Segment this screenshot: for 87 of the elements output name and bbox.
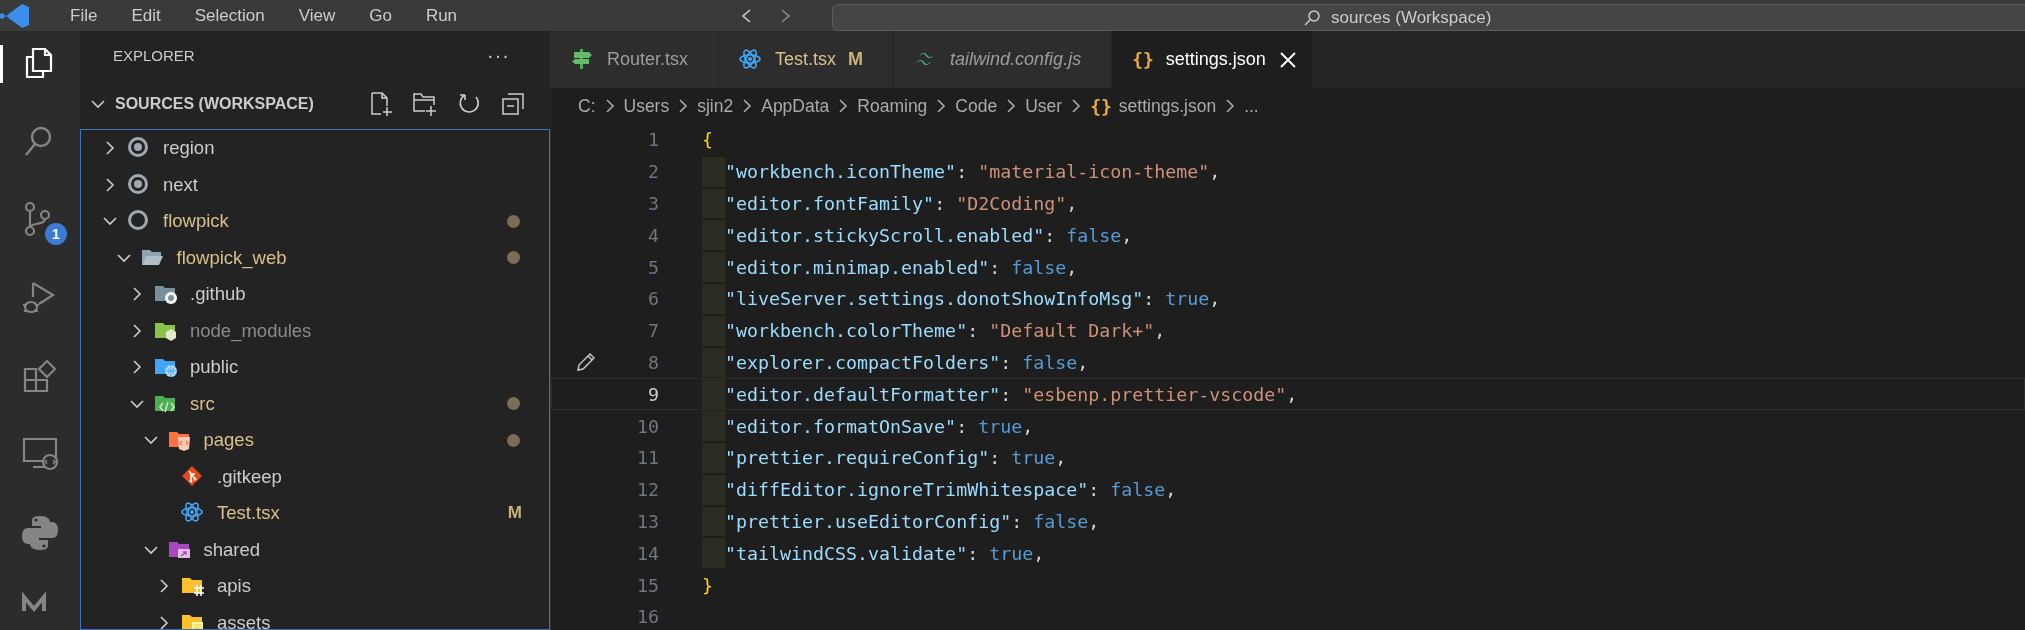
- code-line: "tailwindCSS.validate": true,: [725, 542, 1045, 564]
- breadcrumb-item[interactable]: settings.json: [1118, 95, 1217, 117]
- folder-name[interactable]: flowpick: [163, 210, 507, 233]
- code-line: {: [702, 129, 713, 151]
- folder-name[interactable]: node_modules: [190, 319, 522, 342]
- line-number: 16: [636, 606, 659, 628]
- new-folder-icon[interactable]: [412, 91, 438, 117]
- search-icon: [1303, 8, 1321, 27]
- line-number: 7: [647, 320, 659, 342]
- breadcrumb-item[interactable]: ...: [1244, 95, 1259, 117]
- editor-tab[interactable]: {} settings.json: [1112, 31, 1313, 88]
- signpost-icon: [571, 47, 595, 72]
- code-line: "editor.stickyScroll.enabled": false,: [725, 224, 1133, 246]
- folder-name[interactable]: src: [190, 392, 507, 415]
- menu-item[interactable]: Run: [425, 5, 458, 26]
- line-number: 5: [647, 256, 659, 278]
- code-line: "workbench.colorTheme": "Default Dark+",: [725, 320, 1166, 342]
- close-icon[interactable]: [1277, 49, 1298, 70]
- app-logo-icon: [0, 2, 30, 29]
- line-number: 1: [647, 129, 659, 151]
- folder-name[interactable]: shared: [203, 538, 522, 561]
- code-line: "editor.formatOnSave": true,: [725, 415, 1034, 437]
- more-actions-button[interactable]: ···: [487, 43, 510, 67]
- code-line: "editor.minimap.enabled": false,: [725, 256, 1078, 278]
- folder-name[interactable]: pages: [203, 429, 507, 452]
- line-number: 8: [647, 351, 659, 373]
- code-line: }: [702, 574, 713, 596]
- code-line: "editor.defaultFormatter": "esbenp.prettier-vscode",: [725, 383, 1298, 405]
- file-name[interactable]: .gitkeep: [217, 465, 522, 488]
- panel-title: EXPLORER: [113, 46, 195, 64]
- collapse-all-icon[interactable]: [500, 91, 526, 117]
- breadcrumb-item[interactable]: Users: [623, 95, 670, 117]
- menu-item[interactable]: Edit: [131, 5, 161, 26]
- line-number: 3: [647, 193, 659, 214]
- line-number: 12: [636, 479, 659, 501]
- git-icon: [181, 464, 205, 489]
- line-number: 6: [647, 288, 659, 310]
- python-icon[interactable]: [21, 513, 59, 551]
- code-line: "editor.fontFamily": "D2Coding",: [725, 193, 1078, 214]
- code-line: "workbench.iconTheme": "material-icon-theme",: [725, 161, 1221, 183]
- line-number: 10: [636, 415, 659, 437]
- breadcrumb-item[interactable]: Roaming: [857, 95, 928, 117]
- menu-item[interactable]: View: [298, 5, 336, 26]
- breadcrumb-item[interactable]: C:: [578, 95, 596, 117]
- line-number: 2: [647, 161, 659, 183]
- code-line: "diffEditor.ignoreTrimWhitespace": false,: [725, 479, 1177, 501]
- file-name[interactable]: Test.tsx: [217, 502, 508, 525]
- line-number: 15: [636, 574, 659, 596]
- line-number: 11: [636, 447, 659, 469]
- braces-icon: {}: [1090, 95, 1112, 117]
- folder-name[interactable]: region: [163, 137, 522, 160]
- folder-name[interactable]: next: [163, 173, 522, 196]
- line-number: 14: [636, 542, 659, 564]
- command-center-search[interactable]: sources (Workspace): [832, 4, 2025, 31]
- code-line: "explorer.compactFolders": false,: [725, 351, 1089, 373]
- braces-icon: {}: [1132, 49, 1154, 70]
- count-badge: 1: [45, 223, 67, 245]
- editor-tab[interactable]: Test.tsx M: [719, 31, 895, 88]
- editor-tab[interactable]: tailwind.config.js: [894, 31, 1113, 88]
- folder-name[interactable]: flowpick_web: [176, 246, 507, 269]
- extensions-icon[interactable]: [21, 357, 59, 395]
- menu-item[interactable]: Go: [369, 5, 392, 26]
- breadcrumb-item[interactable]: User: [1025, 95, 1063, 117]
- line-number: 9: [647, 383, 659, 405]
- chevron-down-icon: [91, 97, 105, 111]
- breadcrumb-item[interactable]: sjin2: [697, 95, 734, 117]
- menu-item[interactable]: Selection: [194, 5, 265, 26]
- workspace-root-icon: [127, 172, 151, 197]
- atom-icon: [739, 47, 764, 72]
- folder-name[interactable]: .github: [190, 283, 522, 306]
- modified-label: M: [507, 503, 522, 524]
- breadcrumb-item[interactable]: Code: [955, 95, 998, 117]
- code-line: "prettier.requireConfig": true,: [725, 447, 1067, 469]
- new-file-icon[interactable]: [368, 91, 394, 117]
- monitor-icon[interactable]: [21, 435, 59, 473]
- menu-item[interactable]: File: [70, 5, 98, 26]
- folder-name[interactable]: assets: [217, 611, 522, 629]
- editor-tab[interactable]: Router.tsx: [551, 31, 720, 88]
- modified-label: M: [848, 49, 864, 70]
- code-line: "prettier.useEditorConfig": false,: [725, 510, 1100, 532]
- line-number: 4: [647, 224, 659, 246]
- line-number: 13: [636, 510, 659, 532]
- folder-name[interactable]: public: [190, 356, 522, 379]
- folder-name[interactable]: apis: [217, 575, 522, 598]
- breadcrumb-item[interactable]: AppData: [761, 95, 830, 117]
- section-header[interactable]: SOURCES (WORKSPACE): [115, 95, 358, 113]
- code-line: "liveServer.settings.donotShowInfoMsg": true,: [725, 288, 1221, 310]
